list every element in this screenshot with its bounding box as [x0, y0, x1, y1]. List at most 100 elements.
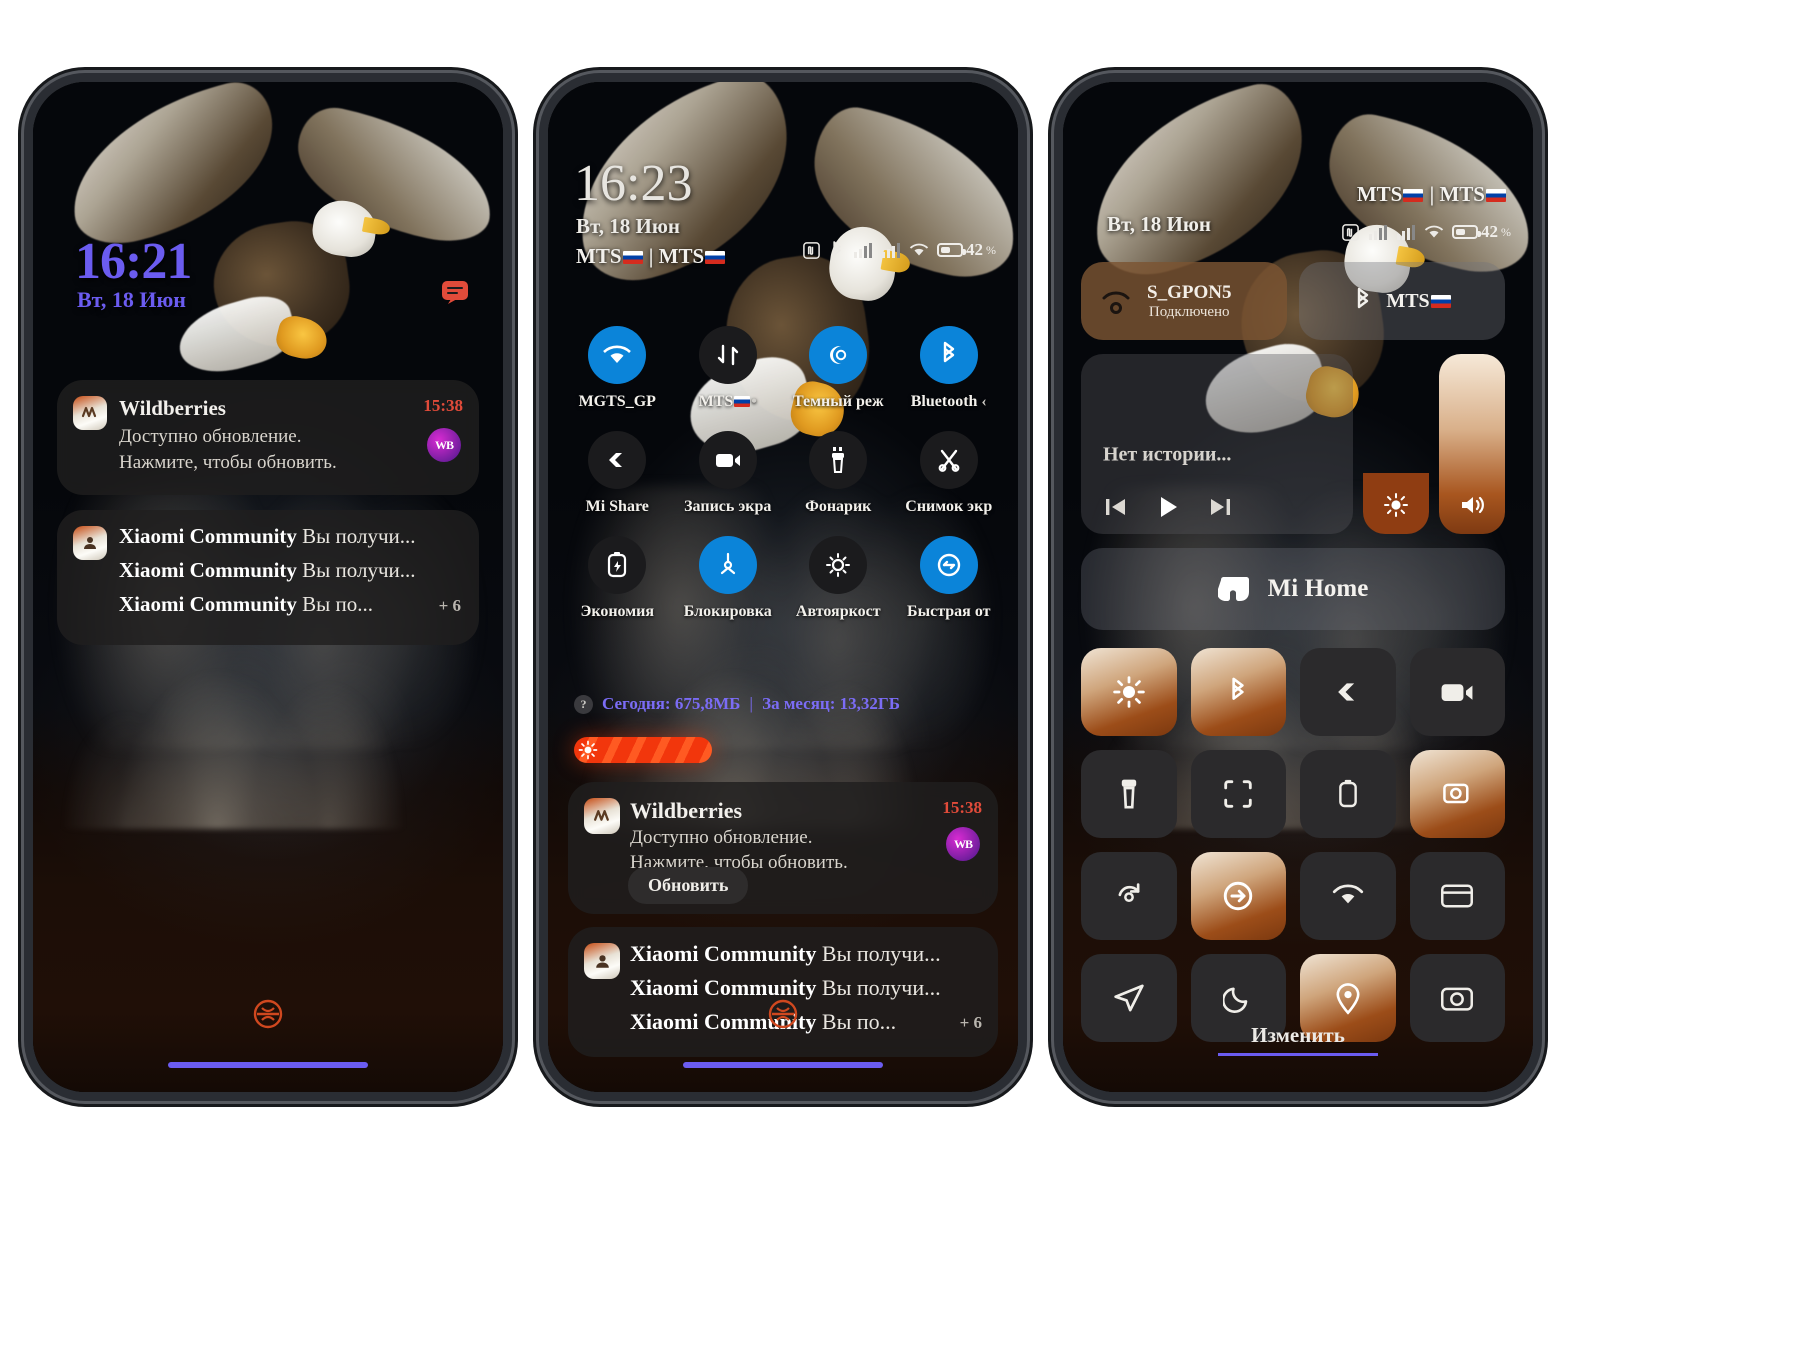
qs-label-quick-reply: Быстрая от: [907, 603, 991, 620]
bluetooth-icon: [1352, 286, 1374, 316]
qs-label-dark-mode: Темный реж: [792, 393, 884, 410]
tile-battery-saver[interactable]: [1300, 750, 1396, 838]
data-usage-row[interactable]: ? Сегодня: 675,8МБ | За месяц: 13,32ГБ: [574, 694, 900, 714]
tile-bluetooth[interactable]: [1190, 648, 1286, 736]
tile-data-saver[interactable]: [1190, 852, 1286, 940]
media-player-card[interactable]: Нет истории...: [1081, 354, 1353, 534]
tile-auto-brightness[interactable]: [1081, 648, 1177, 736]
brightness-slider[interactable]: [574, 737, 712, 763]
fingerprint-unlock-icon[interactable]: [765, 996, 801, 1032]
qs-tile-battery-saver[interactable]: Экономия: [562, 536, 673, 621]
fingerprint-unlock-icon[interactable]: [250, 996, 286, 1032]
phone-3-screen: MTS | MTS Вт, 18 Июн 42 % S_GPON5 Подклю…: [1063, 82, 1533, 1092]
update-button[interactable]: Обновить: [628, 867, 749, 904]
qs-tile-wifi[interactable]: MGTS_GP: [562, 326, 673, 411]
battery-saver-icon[interactable]: [588, 536, 647, 594]
tile-rotation-lock[interactable]: [1081, 852, 1177, 940]
brightness-icon: [578, 740, 598, 760]
tile-screenshot[interactable]: [1190, 750, 1286, 838]
qs-tile-dark-mode[interactable]: Темный реж: [783, 326, 894, 411]
mi-home-card[interactable]: Mi Home: [1081, 548, 1505, 630]
group-row-3-app: Xiaomi Community: [119, 592, 297, 616]
rotation-lock-icon[interactable]: [698, 536, 757, 594]
carrier-labels: MTS | MTS: [1357, 182, 1507, 207]
group-row-2-app: Xiaomi Community: [119, 558, 297, 582]
wifi-connection-card[interactable]: S_GPON5 Подключено: [1081, 262, 1287, 340]
qs-tile-auto-brightness[interactable]: Автояркост: [783, 536, 894, 621]
signal-bars-icon-2: [881, 242, 901, 258]
help-icon[interactable]: ?: [574, 694, 593, 714]
wifi-status: Подключено: [1148, 303, 1230, 320]
tile-quick-reply[interactable]: [1409, 750, 1505, 838]
group-row-1-app: Xiaomi Community: [630, 941, 817, 966]
qs-tile-screenshot[interactable]: Снимок экр: [894, 431, 1005, 516]
qs-label-bluetooth: Bluetooth ‹: [910, 393, 987, 410]
flashlight-icon[interactable]: [809, 431, 868, 489]
group-row-1-text: Вы получи...: [821, 941, 941, 966]
tile-mi-share[interactable]: [1300, 648, 1396, 736]
bluetooth-icon[interactable]: [919, 326, 978, 384]
play-icon[interactable]: [1155, 494, 1181, 520]
next-track-icon[interactable]: [1207, 496, 1233, 518]
mobile-data-icon[interactable]: [698, 326, 757, 384]
tile-wallet[interactable]: [1409, 852, 1505, 940]
edit-button[interactable]: Изменить: [1063, 1023, 1533, 1048]
wifi-icon[interactable]: [588, 326, 647, 384]
status-bar-icons: 42%: [802, 240, 996, 260]
media-empty-text: Нет истории...: [1103, 443, 1232, 466]
qs-label-mobile-data: MTS •: [698, 393, 757, 410]
mi-home-icon: [1217, 574, 1252, 604]
auto-brightness-icon[interactable]: [809, 536, 868, 594]
phone-1-lockscreen: 16:21 Вт, 18 Июн Wildberries 15:38 Досту…: [33, 82, 503, 1092]
screen-record-icon[interactable]: [698, 431, 757, 489]
russia-flag-icon-2: [705, 251, 726, 264]
carrier-1-label: MTS: [1356, 182, 1403, 206]
notification-wildberries[interactable]: Wildberries 15:38 Доступно обновление. Н…: [57, 380, 479, 495]
status-clock: 16:23: [574, 155, 693, 212]
previous-track-icon[interactable]: [1103, 496, 1129, 518]
home-indicator[interactable]: [168, 1062, 368, 1068]
tile-wifi[interactable]: [1300, 852, 1396, 940]
bluetooth-connection-card[interactable]: MTS: [1299, 262, 1505, 340]
qs-tile-rotation-lock[interactable]: Блокировка: [673, 536, 784, 621]
notification-group-xiaomi-community[interactable]: Xiaomi Community Вы получи... Xiaomi Com…: [568, 927, 998, 1057]
wildberries-app-icon: [584, 798, 620, 834]
qs-tile-screen-record[interactable]: Запись экра: [673, 431, 784, 516]
tile-flashlight[interactable]: [1081, 750, 1177, 838]
carrier-2-label: MTS: [1439, 182, 1485, 206]
dark-mode-icon[interactable]: [809, 326, 868, 384]
qs-label-mi-share: Mi Share: [585, 498, 649, 515]
group-row-1: Xiaomi Community Вы получи...: [630, 941, 941, 967]
tile-screen-record[interactable]: [1409, 648, 1505, 736]
screenshot-icon[interactable]: [919, 431, 978, 489]
nfc-icon: [1341, 223, 1360, 242]
usage-month: За месяц: 13,32ГБ: [762, 694, 900, 713]
notification-group-xiaomi-community[interactable]: Xiaomi Community Вы получи... Xiaomi Com…: [57, 510, 479, 645]
lockscreen-clock: 16:21: [75, 233, 192, 290]
status-bar-icons: 42%: [1341, 222, 1511, 242]
quick-reply-icon[interactable]: [919, 536, 978, 594]
carrier-separator: |: [1429, 182, 1435, 206]
mi-share-icon[interactable]: [588, 431, 647, 489]
brightness-vertical-slider[interactable]: [1363, 354, 1429, 534]
qs-tile-mobile-data[interactable]: MTS •: [673, 326, 784, 411]
group-row-3: Xiaomi Community Вы по...: [630, 1009, 896, 1035]
qs-label-screen-record: Запись экра: [684, 498, 772, 515]
russia-flag-icon-1: [1403, 189, 1424, 202]
message-icon[interactable]: [441, 280, 469, 304]
notification-app-name: Wildberries: [630, 798, 743, 823]
signal-bars-icon-2: [1396, 224, 1416, 240]
phone-1-screen: 16:21 Вт, 18 Июн Wildberries 15:38 Досту…: [33, 82, 503, 1092]
qs-tile-quick-reply[interactable]: Быстрая от: [894, 536, 1005, 621]
home-indicator[interactable]: [683, 1062, 883, 1068]
volume-vertical-slider[interactable]: [1439, 354, 1505, 534]
qs-tile-bluetooth[interactable]: Bluetooth ‹: [894, 326, 1005, 411]
qs-tile-mi-share[interactable]: Mi Share: [562, 431, 673, 516]
qs-tile-flashlight[interactable]: Фонарик: [783, 431, 894, 516]
signal-bars-icon-1: [853, 242, 873, 258]
notification-time: 15:38: [942, 798, 982, 817]
russia-flag-icon-2: [1486, 189, 1506, 202]
notification-wildberries[interactable]: Wildberries 15:38 Доступно обновление. Н…: [568, 782, 998, 914]
xiaomi-community-app-icon: [73, 526, 107, 560]
notification-app-name: Wildberries: [119, 396, 226, 420]
